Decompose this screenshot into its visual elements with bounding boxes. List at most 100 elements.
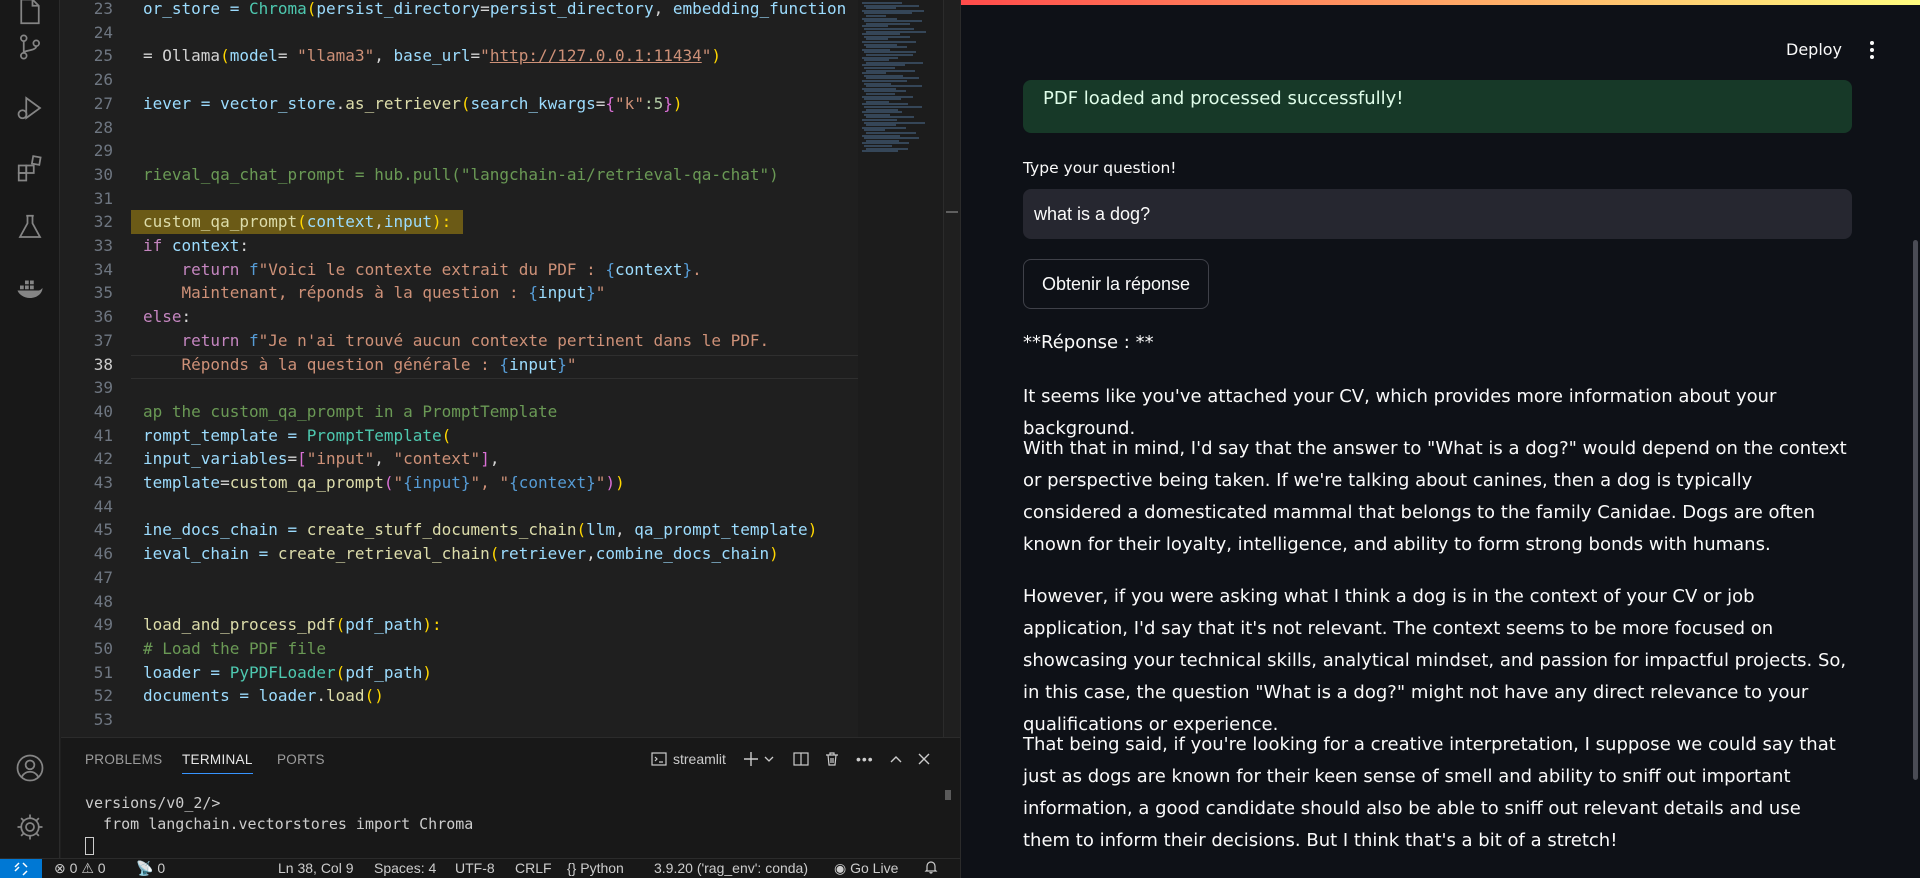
- settings-gear-icon[interactable]: [14, 811, 46, 843]
- code-token: "input": [306, 449, 375, 469]
- answer-paragraph: With that in mind, I'd say that the answ…: [1023, 438, 1847, 555]
- answer-heading: **Réponse : **: [1023, 332, 1154, 353]
- cursor-position[interactable]: Ln 38, Col 9: [278, 860, 354, 876]
- code-token: {context}: [509, 473, 596, 492]
- code-token: input: [509, 354, 558, 374]
- code-token: rompt_template =: [143, 425, 307, 445]
- code-line: 26: [61, 68, 858, 92]
- code-token: input: [537, 283, 587, 303]
- code-token: loader: [258, 686, 317, 706]
- code-token: ): [807, 520, 818, 540]
- success-message: PDF loaded and processed successfully!: [1043, 88, 1404, 109]
- explorer-icon[interactable]: [14, 0, 46, 28]
- more-actions-icon[interactable]: •••: [856, 747, 874, 771]
- code-token: ,: [586, 544, 596, 564]
- code-line: 43 template=custom_qa_prompt("{input}", "…: [61, 471, 858, 495]
- code-line: 30 rieval_qa_chat_prompt = hub.pull("lang…: [61, 163, 858, 187]
- code-token: ,: [489, 449, 500, 469]
- code-token: ": [480, 46, 490, 66]
- run-debug-icon[interactable]: [14, 92, 46, 124]
- split-terminal-icon[interactable]: [793, 747, 809, 771]
- main-menu-icon[interactable]: [1862, 38, 1882, 62]
- language-mode[interactable]: {} Python: [567, 860, 624, 876]
- code-token: ): [672, 93, 683, 113]
- code-token: ): [769, 544, 779, 564]
- line-code: input_variables=["input", "context"],: [143, 447, 499, 471]
- code-token: ine_docs_chain =: [143, 520, 307, 540]
- source-control-icon[interactable]: [14, 31, 46, 63]
- minimap[interactable]: [858, 0, 943, 737]
- remote-indicator[interactable]: [0, 859, 42, 878]
- line-code: ieval_chain = create_retrieval_chain(ret…: [143, 542, 779, 566]
- indentation[interactable]: Spaces: 4: [374, 860, 436, 876]
- app-scrollbar[interactable]: [1913, 240, 1918, 780]
- line-number: 35: [93, 283, 113, 303]
- code-token: http://127.0.0.1:11434: [489, 46, 702, 66]
- ports-status[interactable]: 📡 0: [136, 860, 165, 877]
- code-editor[interactable]: 23 or_store = Chroma(persist_directory=pe…: [61, 0, 858, 737]
- encoding[interactable]: UTF-8: [455, 860, 495, 876]
- terminal-selector[interactable]: streamlit: [651, 747, 726, 771]
- tab-problems[interactable]: PROBLEMS: [85, 752, 162, 767]
- code-token: .: [335, 93, 346, 113]
- code-token: vector_store: [220, 93, 336, 113]
- line-code: documents = loader.load(): [143, 684, 384, 708]
- deploy-button[interactable]: Deploy: [1786, 40, 1842, 59]
- code-token: f: [248, 259, 259, 279]
- code-token: ):: [422, 615, 442, 635]
- docker-icon[interactable]: [14, 272, 46, 304]
- tab-terminal[interactable]: TERMINAL: [182, 752, 253, 774]
- code-token: :5: [643, 93, 664, 113]
- close-panel-icon[interactable]: [917, 747, 931, 771]
- line-ending[interactable]: CRLF: [515, 860, 552, 876]
- success-alert: PDF loaded and processed successfully!: [1023, 80, 1852, 133]
- new-terminal-button[interactable]: [743, 747, 775, 771]
- extensions-icon[interactable]: [14, 152, 46, 184]
- code-token: embedding_function: [672, 0, 847, 18]
- code-token: "k": [615, 93, 644, 113]
- code-token: or_store =: [143, 0, 249, 18]
- terminal-scrollbar[interactable]: [945, 790, 951, 800]
- code-token: ,: [374, 449, 394, 469]
- code-line: 52 documents = loader.load(): [61, 684, 858, 708]
- code-line: 47: [61, 566, 858, 590]
- terminal-line: versions/v0_2/>: [85, 794, 221, 812]
- line-number: 24: [93, 22, 113, 42]
- code-token: PromptTemplate: [306, 425, 442, 445]
- question-input[interactable]: [1023, 189, 1852, 239]
- code-token: (: [220, 46, 230, 66]
- code-token: "Voici le contexte extrait du PDF :: [258, 259, 606, 279]
- maximize-panel-icon[interactable]: [889, 747, 903, 771]
- code-line: 27 iever = vector_store.as_retriever(sear…: [61, 92, 858, 116]
- code-token: create_stuff_documents_chain: [306, 520, 577, 540]
- python-interpreter[interactable]: 3.9.20 ('rag_env': conda): [654, 860, 808, 876]
- code-token: "llama3": [297, 46, 375, 66]
- kill-terminal-icon[interactable]: [824, 747, 840, 771]
- tab-ports[interactable]: PORTS: [277, 752, 325, 767]
- testing-icon[interactable]: [14, 211, 46, 243]
- problems-status[interactable]: ⊗ 0 ⚠ 0: [54, 860, 106, 877]
- code-token: base_url: [393, 46, 471, 66]
- terminal-cursor: [85, 837, 94, 855]
- code-line: 42 input_variables=["input", "context"],: [61, 447, 858, 471]
- code-token: .: [692, 259, 702, 279]
- notifications-bell-icon[interactable]: [924, 860, 938, 877]
- code-token: pdf_path: [345, 662, 423, 682]
- code-token: }: [557, 354, 567, 374]
- line-code: custom_qa_prompt(context,input):: [131, 210, 464, 234]
- account-icon[interactable]: [14, 752, 46, 784]
- error-icon: ⊗: [54, 860, 66, 876]
- line-number: 43: [93, 473, 113, 492]
- code-token: create_retrieval_chain: [277, 544, 490, 564]
- line-number: 30: [93, 164, 113, 184]
- get-answer-button[interactable]: Obtenir la réponse: [1023, 259, 1209, 309]
- overview-ruler[interactable]: [943, 0, 960, 737]
- line-number: 38: [93, 354, 113, 374]
- code-line: 37 return f"Je n'ai trouvé aucun context…: [61, 329, 858, 353]
- code-token: context: [306, 212, 375, 232]
- go-live-button[interactable]: ◉ Go Live: [834, 860, 898, 877]
- line-number: 26: [93, 70, 113, 90]
- code-line: 53: [61, 708, 858, 732]
- code-token: # Load the PDF file: [143, 638, 327, 658]
- code-token: PyPDFLoader: [229, 662, 336, 682]
